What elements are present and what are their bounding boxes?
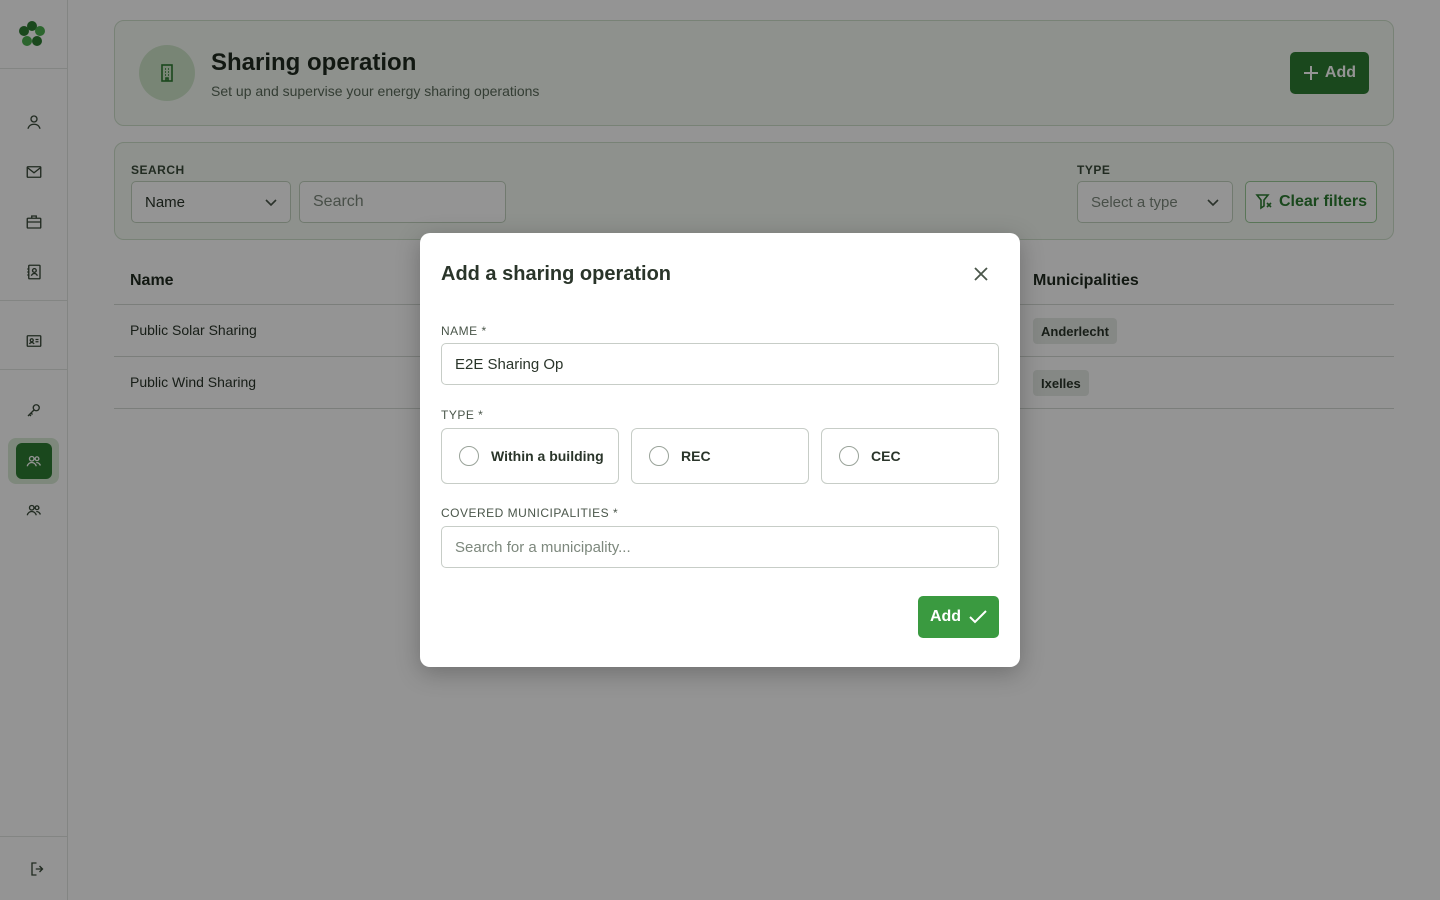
radio-button[interactable] [839, 446, 859, 466]
checkmark-icon [969, 610, 987, 624]
municipalities-field-label: COVERED MUNICIPALITIES * [441, 506, 619, 520]
name-field-label: NAME * [441, 324, 487, 338]
type-option-label: Within a building [491, 448, 604, 464]
type-option-cec[interactable]: CEC [821, 428, 999, 484]
type-option-label: CEC [871, 448, 901, 464]
type-option-rec[interactable]: REC [631, 428, 809, 484]
type-field-label: TYPE * [441, 408, 484, 422]
type-option-label: REC [681, 448, 711, 464]
close-icon[interactable] [972, 265, 990, 283]
dialog-title: Add a sharing operation [441, 263, 672, 285]
submit-add-label: Add [929, 608, 962, 625]
municipality-search-input[interactable]: Search for a municipality... [441, 526, 999, 568]
radio-button[interactable] [459, 446, 479, 466]
type-option-within-building[interactable]: Within a building [441, 428, 619, 484]
submit-add-button[interactable]: Add [918, 596, 999, 638]
municipality-search-placeholder: Search for a municipality... [455, 538, 631, 556]
add-sharing-operation-dialog: Add a sharing operation NAME * E2E Shari… [420, 233, 1020, 667]
name-input[interactable]: E2E Sharing Op [441, 343, 999, 385]
name-input-value: E2E Sharing Op [455, 355, 564, 373]
radio-button[interactable] [649, 446, 669, 466]
